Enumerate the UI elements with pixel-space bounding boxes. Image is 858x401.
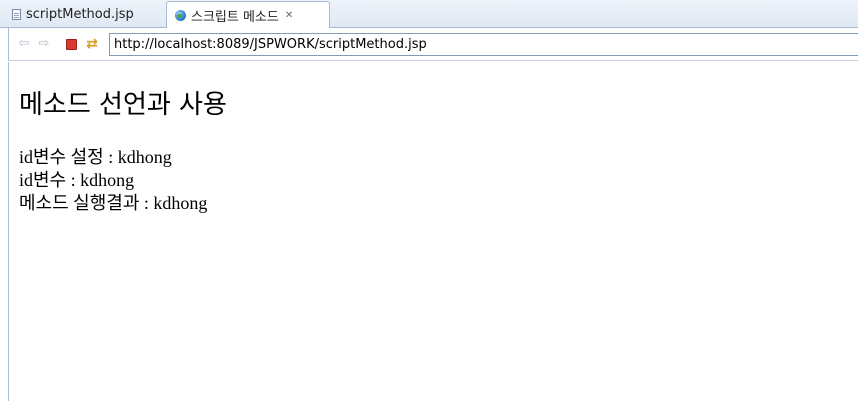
stop-icon[interactable] <box>64 37 78 51</box>
tab-label: 스크립트 메소드 <box>191 9 279 25</box>
globe-icon <box>175 9 186 21</box>
forward-arrow-icon[interactable]: ⇨ <box>37 37 51 51</box>
tab-script-method-browser[interactable]: 스크립트 메소드 ✕ <box>166 1 330 28</box>
url-input[interactable] <box>109 33 858 56</box>
output-line-method-result: 메소드 실행결과 : kdhong <box>19 193 208 213</box>
close-icon[interactable]: ✕ <box>285 10 293 21</box>
page-heading: 메소드 선언과 사용 <box>19 90 227 120</box>
editor-tab-bar: scriptMethod.jsp 스크립트 메소드 ✕ <box>0 0 858 28</box>
output-line-id-set: id변수 설정 : kdhong <box>19 147 172 167</box>
tab-script-method-jsp[interactable]: scriptMethod.jsp <box>2 2 165 27</box>
file-icon <box>12 9 21 20</box>
refresh-icon[interactable]: ⇄ <box>85 37 99 51</box>
tab-label: scriptMethod.jsp <box>26 7 134 22</box>
browser-toolbar: ⇦ ⇨ ⇄ <box>8 28 858 61</box>
page-content: 메소드 선언과 사용 id변수 설정 : kdhong id변수 : kdhon… <box>8 62 858 401</box>
output-line-id: id변수 : kdhong <box>19 170 135 190</box>
back-arrow-icon[interactable]: ⇦ <box>17 37 31 51</box>
